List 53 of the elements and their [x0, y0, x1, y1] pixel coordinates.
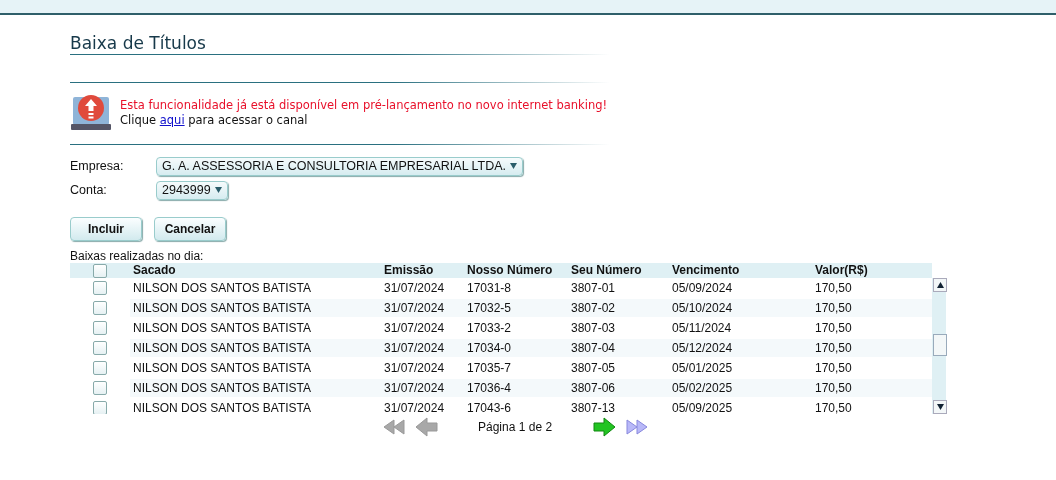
column-header: Vencimento — [671, 263, 741, 278]
action-button[interactable]: Cancelar — [154, 217, 226, 241]
table-cell: 3807-04 — [568, 338, 669, 357]
scroll-thumb[interactable] — [933, 334, 947, 356]
page-title: Baixa de Títulos — [70, 33, 207, 54]
table-cell: NILSON DOS SANTOS BATISTA — [130, 298, 381, 317]
row-checkbox[interactable] — [93, 280, 107, 295]
up-arrow-icon — [936, 282, 944, 288]
row-checkbox[interactable] — [93, 320, 107, 335]
row-checkbox[interactable] — [93, 400, 107, 414]
table-cell: 3807-06 — [568, 378, 669, 397]
column-header: Emissão — [383, 263, 435, 278]
caret-icon — [214, 187, 222, 193]
table-cell: 31/07/2024 — [381, 378, 464, 397]
page-indicator: Página 1 de 2 — [478, 420, 553, 434]
table-cell: 05/10/2024 — [669, 298, 812, 317]
notice-link-text: Clique aqui para acessar o canal — [120, 113, 309, 128]
table-cell: 17034-0 — [464, 338, 568, 357]
table-cell: 170,50 — [812, 338, 932, 357]
table-cell: 31/07/2024 — [381, 338, 464, 357]
column-header: Valor(R$) — [814, 263, 869, 278]
column-header: Nosso Número — [466, 263, 554, 278]
table-cell: 170,50 — [812, 298, 932, 317]
notice-message: Esta funcionalidade já está disponível em pré-lançamento no novo internet banking! — [120, 98, 608, 113]
here-link[interactable]: aqui — [159, 113, 185, 127]
table-cell: NILSON DOS SANTOS BATISTA — [130, 338, 381, 357]
laptop-alert-icon — [70, 93, 112, 133]
field-label: Conta: — [70, 183, 108, 197]
table-cell: 17032-5 — [464, 298, 568, 317]
table-cell: 05/02/2025 — [669, 378, 812, 397]
row-checkbox[interactable] — [93, 300, 107, 315]
select-all-checkbox[interactable] — [93, 263, 107, 278]
row-checkbox[interactable] — [93, 340, 107, 355]
row-checkbox[interactable] — [93, 380, 107, 395]
table-cell: 17036-4 — [464, 378, 568, 397]
column-header: Seu Número — [570, 263, 643, 278]
row-checkbox[interactable] — [93, 360, 107, 375]
field-label: Empresa: — [70, 159, 125, 173]
table-cell: 31/07/2024 — [381, 298, 464, 317]
select-dropdown[interactable]: G. A. ASSESSORIA E CONSULTORIA EMPRESARIAL LTDA. — [156, 156, 524, 176]
down-arrow-icon — [936, 404, 944, 410]
table-caption: Baixas realizadas no dia: — [70, 249, 205, 263]
table-cell: 3807-02 — [568, 298, 669, 317]
table-cell: 05/12/2024 — [669, 338, 812, 357]
scroll-down-button[interactable] — [933, 400, 947, 414]
action-button[interactable]: Incluir — [70, 217, 142, 241]
scrollbar[interactable] — [932, 278, 946, 414]
table-cell: NILSON DOS SANTOS BATISTA — [130, 378, 381, 397]
caret-icon — [510, 163, 518, 169]
select-dropdown[interactable]: 2943999 — [156, 180, 228, 200]
table-cell: 170,50 — [812, 378, 932, 397]
scroll-up-button[interactable] — [933, 278, 947, 292]
column-header: Sacado — [132, 263, 177, 278]
